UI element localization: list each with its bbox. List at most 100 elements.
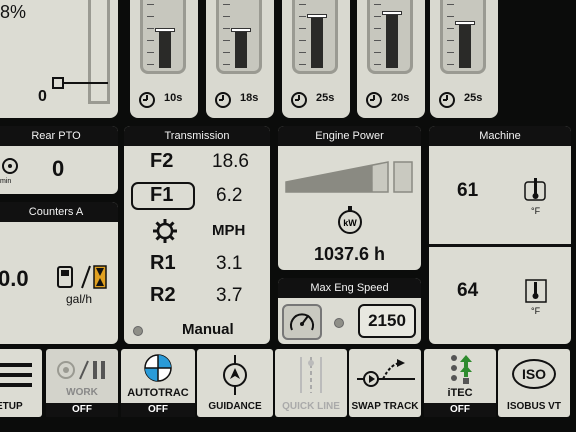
autotrac-label: AUTOTRAC: [127, 387, 189, 399]
machine-divider: [429, 244, 571, 247]
gear-label-r1: R1: [150, 252, 176, 274]
max-speed-led: [334, 318, 344, 328]
valve-level-bar: [307, 14, 327, 68]
valve-handle[interactable]: [382, 11, 402, 15]
valve-timer-label: 20s: [391, 92, 410, 104]
counters-title: Counters A: [0, 202, 118, 222]
engine-kw-icon: kW: [338, 206, 362, 234]
hyd-temp-value: 64: [457, 280, 479, 301]
valve-slot: [292, 0, 338, 74]
itec-label: iTEC: [447, 387, 473, 399]
hitch-percent: 8%: [0, 2, 27, 22]
valve-slot: [140, 0, 186, 74]
clock-icon: [366, 92, 382, 108]
play-pause-icon: [57, 360, 105, 380]
rear-pto-title: Rear PTO: [0, 126, 118, 146]
speed-unit: MPH: [212, 222, 246, 239]
pto-shaft-icon: [2, 158, 18, 174]
valve-slot: [440, 0, 486, 74]
max-eng-speed-panel[interactable]: Max Eng Speed 2150: [278, 278, 421, 344]
valve-slot: [367, 0, 413, 74]
gear-label-f1: F1: [150, 184, 174, 206]
transmission-panel[interactable]: Transmission F2 18.6 F1 6.2 MPH R1 3.1 R…: [124, 126, 270, 344]
engine-speed-button[interactable]: [282, 304, 322, 340]
swap-track-icon: [357, 359, 415, 387]
itec-status: OFF: [424, 403, 496, 417]
valve-tile-3[interactable]: 25s: [282, 0, 350, 118]
guidance-button[interactable]: GUIDANCE: [197, 349, 273, 417]
isobus-vt-button[interactable]: ISO ISOBUS VT: [498, 349, 570, 417]
valve-slot: [216, 0, 262, 74]
valve-timer-label: 25s: [316, 92, 335, 104]
coolant-temp-icon: [524, 178, 546, 201]
setup-label: ETUP: [0, 401, 23, 412]
itec-icon: [451, 355, 472, 384]
mode-indicator-led: [133, 326, 143, 336]
clock-icon: [439, 92, 455, 108]
valve-handle[interactable]: [455, 21, 475, 25]
counters-panel[interactable]: Counters A 0.0 gal/h: [0, 202, 118, 344]
work-label: WORK: [66, 387, 98, 398]
valve-timer: 10s: [138, 90, 194, 110]
valve-timer-label: 25s: [464, 92, 483, 104]
fuel-rate-icon: [57, 265, 107, 289]
counters-unit: gal/h: [66, 292, 93, 306]
valve-level-bar: [155, 28, 175, 68]
coolant-temp-unit: °F: [531, 206, 541, 216]
engine-power-title: Engine Power: [278, 126, 421, 146]
valve-timer: 18s: [214, 90, 270, 110]
engine-power-fill: [286, 165, 373, 192]
quick-line-icon: [300, 357, 322, 393]
guidance-icon: [223, 355, 247, 395]
gear-label-f2: F2: [150, 150, 174, 172]
swap-track-button[interactable]: SWAP TRACK: [349, 349, 421, 417]
iso-logo-icon: ISO: [512, 359, 556, 389]
guidance-label: GUIDANCE: [208, 401, 262, 412]
hitch-handle-icon[interactable]: [52, 76, 108, 90]
gear-label-r2: R2: [150, 284, 176, 306]
engine-power-panel[interactable]: Engine Power kW 1037.6 h: [278, 126, 421, 270]
rear-pto-unit: min: [0, 178, 12, 185]
hyd-temp-unit: °F: [531, 306, 541, 316]
autotrac-icon: [144, 354, 172, 382]
rear-pto-value: 0: [52, 156, 65, 181]
valve-tile-4[interactable]: 20s: [357, 0, 425, 118]
machine-title: Machine: [429, 126, 571, 146]
gear-speed-r1: 3.1: [216, 253, 243, 274]
gear-speed-f2: 18.6: [212, 151, 249, 172]
valve-handle[interactable]: [307, 14, 327, 18]
valve-level-bar: [455, 21, 475, 68]
svg-text:kW: kW: [343, 218, 357, 228]
engine-rpm-icon: [290, 313, 314, 331]
engine-hours: 1037.6 h: [313, 244, 386, 264]
engine-power-gauge: [285, 161, 413, 193]
valve-handle[interactable]: [231, 28, 251, 32]
clock-icon: [215, 92, 231, 108]
valve-timer-label: 18s: [240, 92, 259, 104]
quick-line-button[interactable]: QUICK LINE: [275, 349, 347, 417]
swap-track-label: SWAP TRACK: [351, 401, 419, 412]
max-eng-speed-field[interactable]: 2150: [358, 304, 416, 338]
transmission-title: Transmission: [124, 126, 270, 146]
setup-button[interactable]: ETUP: [0, 349, 42, 417]
machine-panel[interactable]: Machine 61 °F 64 °F: [429, 126, 571, 344]
valve-timer-label: 10s: [164, 92, 183, 104]
hitch-zero: 0: [38, 88, 47, 105]
autotrac-status: OFF: [121, 403, 195, 417]
quick-line-label: QUICK LINE: [282, 401, 340, 412]
valve-level-bar: [382, 11, 402, 68]
valve-timer: 20s: [365, 90, 421, 110]
work-status: OFF: [46, 403, 118, 417]
valve-tile-2[interactable]: 18s: [206, 0, 274, 118]
transmission-mode: Manual: [182, 321, 234, 338]
gear-speed-r2: 3.7: [216, 285, 243, 306]
valve-tile-1[interactable]: 10s: [130, 0, 198, 118]
rear-pto-panel[interactable]: Rear PTO min 0: [0, 126, 118, 194]
gear-settings-icon: [153, 219, 177, 243]
coolant-temp-value: 61: [457, 180, 479, 201]
valve-handle[interactable]: [155, 28, 175, 32]
valve-tile-5[interactable]: 25s: [430, 0, 498, 118]
menu-icon: [0, 363, 32, 387]
max-eng-speed-title: Max Eng Speed: [278, 278, 421, 298]
hydraulic-temp-icon: [525, 279, 547, 303]
